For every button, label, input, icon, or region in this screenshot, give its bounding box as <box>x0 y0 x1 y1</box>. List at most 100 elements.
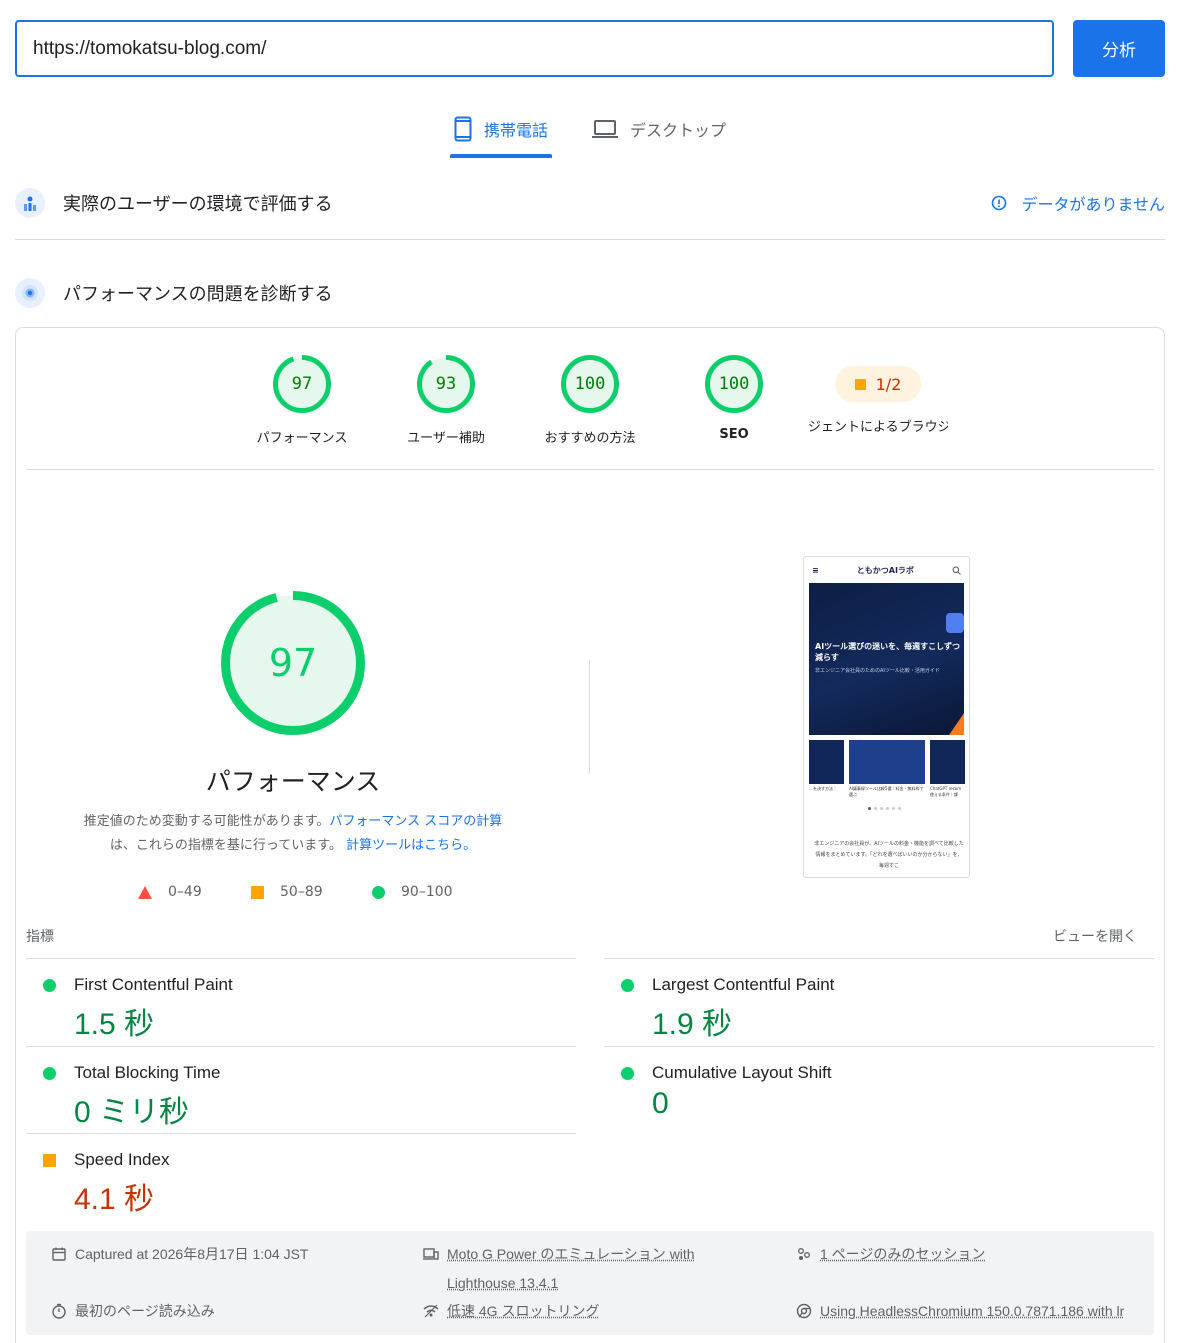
metric-row: Speed Index 4.1 秒 <box>26 1133 576 1221</box>
browser-text: Using HeadlessChromium 150.0.7871.186 wi… <box>820 1303 1125 1319</box>
pass-circle-icon <box>43 1067 56 1080</box>
card-caption: ChatGPT recom 使える条件｜課 <box>930 786 962 797</box>
screenshot-hero-sub: 非エンジニア会社員のためのAIツール比較・活用ガイド <box>815 668 940 674</box>
category-gauge[interactable]: 100 おすすめの方法 <box>520 355 660 446</box>
category-score: 100 <box>574 374 606 394</box>
pass-circle-icon <box>43 979 56 992</box>
metric-name: First Contentful Paint <box>74 975 233 994</box>
desc-text-1: 推定値のため変動する可能性があります。 <box>83 814 330 829</box>
diagnose-icon <box>15 278 45 308</box>
screenshot-hero-title: AIツール選びの迷いを、毎週すこしずつ減らす <box>815 642 961 662</box>
timer-icon <box>52 1303 66 1319</box>
category-label: パフォーマンス <box>256 431 348 446</box>
metric-name: Total Blocking Time <box>74 1063 221 1082</box>
metrics-label: 指標 <box>26 929 54 945</box>
lab-data-title: パフォーマンスの問題を診断する <box>63 284 333 305</box>
score-gauge: 93 <box>417 355 475 413</box>
tab-desktop-label: デスクトップ <box>630 121 727 140</box>
card-divider <box>26 469 1154 470</box>
score-gauge: 100 <box>705 355 763 413</box>
info-icon <box>992 195 1007 211</box>
pass-circle-icon <box>621 1067 634 1080</box>
screenshot-header: ≡ ともかつAIラボ <box>804 557 969 583</box>
expand-view-button[interactable]: ビューを開く <box>1053 926 1137 946</box>
tab-mobile[interactable]: 携帯電話 <box>450 100 552 158</box>
legend-pass: 90–100 <box>372 882 453 902</box>
category-pwa[interactable]: 1/2 ジェントによるブラウジ <box>808 355 948 435</box>
performance-description: 推定値のため変動する可能性があります。パフォーマンス スコアの計算 は、これらの… <box>53 810 533 858</box>
card-caption: …を決す方法｜ <box>809 786 837 791</box>
info-browser[interactable]: Using HeadlessChromium 150.0.7871.186 wi… <box>796 1297 1146 1326</box>
metric-value: 1.5 秒 <box>74 1008 155 1041</box>
category-gauge[interactable]: 97 パフォーマンス <box>232 355 372 446</box>
info-captured: Captured at 2026年8月17日 1:04 JST <box>51 1240 308 1269</box>
pass-circle-icon <box>621 979 634 992</box>
category-gauge[interactable]: 93 ユーザー補助 <box>376 355 516 446</box>
no-data-link[interactable]: データがありません <box>991 178 1165 228</box>
signal-icon <box>423 1304 439 1318</box>
screenshot-site-name: ともかつAIラボ <box>856 565 914 575</box>
category-gauge[interactable]: 100 SEO <box>664 355 804 442</box>
card-image <box>849 740 925 784</box>
score-gauge: 97 <box>273 355 331 413</box>
fail-triangle-icon <box>138 885 152 899</box>
metric-value: 4.1 秒 <box>74 1183 155 1216</box>
metric-name: Largest Contentful Paint <box>652 975 835 994</box>
metric-row: First Contentful Paint 1.5 秒 <box>26 958 576 1046</box>
pwa-badge: 1/2 <box>835 366 921 402</box>
calculator-link[interactable]: 計算ツールはこちら。 <box>346 838 476 853</box>
card-image <box>930 740 965 784</box>
metric-name: Speed Index <box>74 1150 170 1169</box>
analyze-button[interactable]: 分析 <box>1073 20 1165 77</box>
average-square-icon <box>251 885 264 899</box>
no-data-label: データがありません <box>1021 195 1165 214</box>
card-caption: AI議事録ツール比較5選｜料金・無料枠で選ぶ <box>849 786 924 797</box>
category-label: SEO <box>719 427 749 442</box>
average-square-icon <box>854 378 866 390</box>
device-text: Moto G Power のエミュレーション with Lighthouse 13… <box>447 1246 695 1291</box>
throttling-text: 低速 4G スロットリング <box>447 1303 600 1319</box>
category-label: ユーザー補助 <box>407 431 485 446</box>
tab-mobile-label: 携帯電話 <box>483 121 548 140</box>
section-divider <box>15 239 1165 240</box>
pass-circle-icon <box>372 885 385 899</box>
metric-value: 1.9 秒 <box>652 1008 733 1041</box>
metric-name: Cumulative Layout Shift <box>652 1063 832 1082</box>
tab-desktop[interactable]: デスクトップ <box>592 100 726 158</box>
legend-average: 50–89 <box>251 882 323 902</box>
metric-row: Cumulative Layout Shift 0 <box>604 1046 1154 1134</box>
session-icon <box>798 1248 810 1260</box>
chrome-icon <box>796 1303 812 1319</box>
pwa-label: ジェントによるブラウジ <box>808 420 948 435</box>
score-calc-link[interactable]: パフォーマンス スコアの計算 <box>329 814 502 829</box>
score-gauge: 100 <box>561 355 619 413</box>
hero-decoration <box>949 713 964 735</box>
laptop-icon <box>592 120 618 138</box>
info-session[interactable]: 1 ページのみのセッション <box>796 1240 985 1269</box>
card-image <box>809 740 844 784</box>
calendar-icon <box>52 1247 66 1261</box>
url-input[interactable]: https://tomokatsu-blog.com/ <box>15 20 1054 77</box>
category-score: 97 <box>291 374 313 394</box>
legend-average-label: 50–89 <box>280 884 323 900</box>
metric-value: 0 ミリ秒 <box>74 1096 190 1129</box>
carousel-dots <box>868 807 908 811</box>
info-device[interactable]: Moto G Power のエミュレーション with Lighthouse 13… <box>423 1240 763 1298</box>
menu-icon: ≡ <box>812 565 819 575</box>
info-throttling[interactable]: 低速 4G スロットリング <box>423 1297 599 1326</box>
performance-gauge: 97 <box>221 591 365 735</box>
metric-row: Total Blocking Time 0 ミリ秒 <box>26 1046 576 1134</box>
legend-fail-label: 0–49 <box>168 884 202 900</box>
screenshot-body-text: 非エンジニアの会社員が、AIツールの料金・機能を調べて比較した情報をまとめていま… <box>814 841 964 869</box>
field-data-title: 実際のユーザーの環境で評価する <box>63 194 333 215</box>
load-text: 最初のページ読み込み <box>75 1303 215 1319</box>
category-score: 93 <box>435 374 457 394</box>
screenshot-cards <box>809 740 969 784</box>
metric-row: Largest Contentful Paint 1.9 秒 <box>604 958 1154 1046</box>
legend-pass-label: 90–100 <box>401 884 453 900</box>
metric-value: 0 <box>652 1087 669 1120</box>
captured-text: Captured at 2026年8月17日 1:04 JST <box>75 1246 309 1262</box>
average-square-icon <box>43 1154 56 1167</box>
vertical-divider <box>589 660 590 774</box>
lab-data-section: パフォーマンスの問題を診断する <box>15 268 1165 318</box>
